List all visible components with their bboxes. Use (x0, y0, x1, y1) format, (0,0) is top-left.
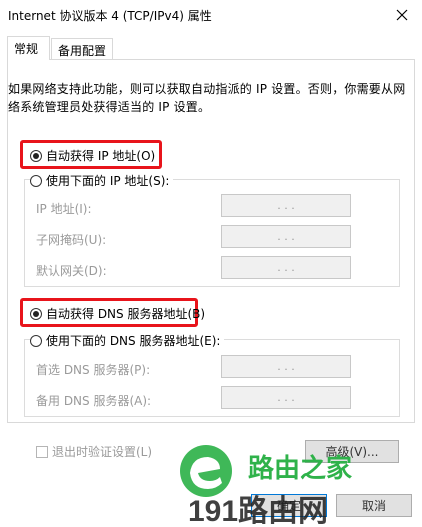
auto-ip-radio[interactable] (30, 149, 42, 162)
manual-dns-radio[interactable] (30, 334, 42, 347)
title-bar: Internet 协议版本 4 (TCP/IPv4) 属性 (0, 0, 422, 30)
validate-on-exit-row[interactable]: 退出时验证设置(L) (36, 443, 152, 460)
auto-ip-radio-row[interactable]: 自动获得 IP 地址(O) (30, 147, 155, 164)
advanced-button-label: 高级(V)... (325, 445, 379, 459)
close-icon (396, 9, 408, 21)
auto-dns-radio-row[interactable]: 自动获得 DNS 服务器地址(B) (30, 305, 205, 322)
cancel-button-label: 取消 (361, 499, 386, 513)
manual-dns-radio-row[interactable]: 使用下面的 DNS 服务器地址(E): (30, 332, 225, 349)
alternate-dns-value: . . . (277, 391, 295, 404)
validate-on-exit-label: 退出时验证设置(L) (52, 445, 153, 459)
tab-alternate-configuration[interactable]: 备用配置 (51, 38, 113, 60)
watermark-circle-icon (180, 445, 232, 497)
manual-ip-radio[interactable] (30, 174, 42, 187)
manual-ip-label: 使用下面的 IP 地址(S): (46, 174, 170, 188)
ip-address-value: . . . (277, 199, 295, 212)
subnet-mask-value: . . . (277, 230, 295, 243)
default-gateway-value: . . . (277, 261, 295, 274)
preferred-dns-field[interactable]: . . . (221, 355, 351, 378)
ip-address-field[interactable]: . . . (221, 194, 351, 217)
validate-on-exit-checkbox[interactable] (36, 445, 48, 458)
auto-dns-label: 自动获得 DNS 服务器地址(B) (46, 307, 206, 321)
ok-button-label: 确定 (276, 499, 301, 513)
description-text: 如果网络支持此功能，则可以获取自动指派的 IP 设置。否则，你需要从网络系统管理… (8, 82, 406, 114)
ok-button[interactable]: 确定 (251, 494, 327, 517)
tab-general[interactable]: 常规 (7, 36, 50, 60)
preferred-dns-label: 首选 DNS 服务器(P): (36, 363, 151, 377)
manual-ip-radio-row[interactable]: 使用下面的 IP 地址(S): (30, 172, 174, 189)
auto-ip-label: 自动获得 IP 地址(O) (46, 149, 156, 163)
default-gateway-label: 默认网关(D): (36, 264, 107, 278)
preferred-dns-value: . . . (277, 360, 295, 373)
cancel-button[interactable]: 取消 (336, 494, 412, 517)
ip-address-label: IP 地址(I): (36, 202, 92, 216)
advanced-button[interactable]: 高级(V)... (305, 440, 399, 463)
alternate-dns-label: 备用 DNS 服务器(A): (36, 394, 152, 408)
default-gateway-field[interactable]: . . . (221, 256, 351, 279)
watermark-e-icon (190, 457, 222, 489)
subnet-mask-label: 子网掩码(U): (36, 233, 107, 247)
manual-dns-label: 使用下面的 DNS 服务器地址(E): (46, 334, 221, 348)
alternate-dns-field[interactable]: . . . (221, 386, 351, 409)
subnet-mask-field[interactable]: . . . (221, 225, 351, 248)
auto-dns-radio[interactable] (30, 307, 42, 320)
window-title: Internet 协议版本 4 (TCP/IPv4) 属性 (8, 9, 212, 23)
close-button[interactable] (382, 0, 422, 30)
